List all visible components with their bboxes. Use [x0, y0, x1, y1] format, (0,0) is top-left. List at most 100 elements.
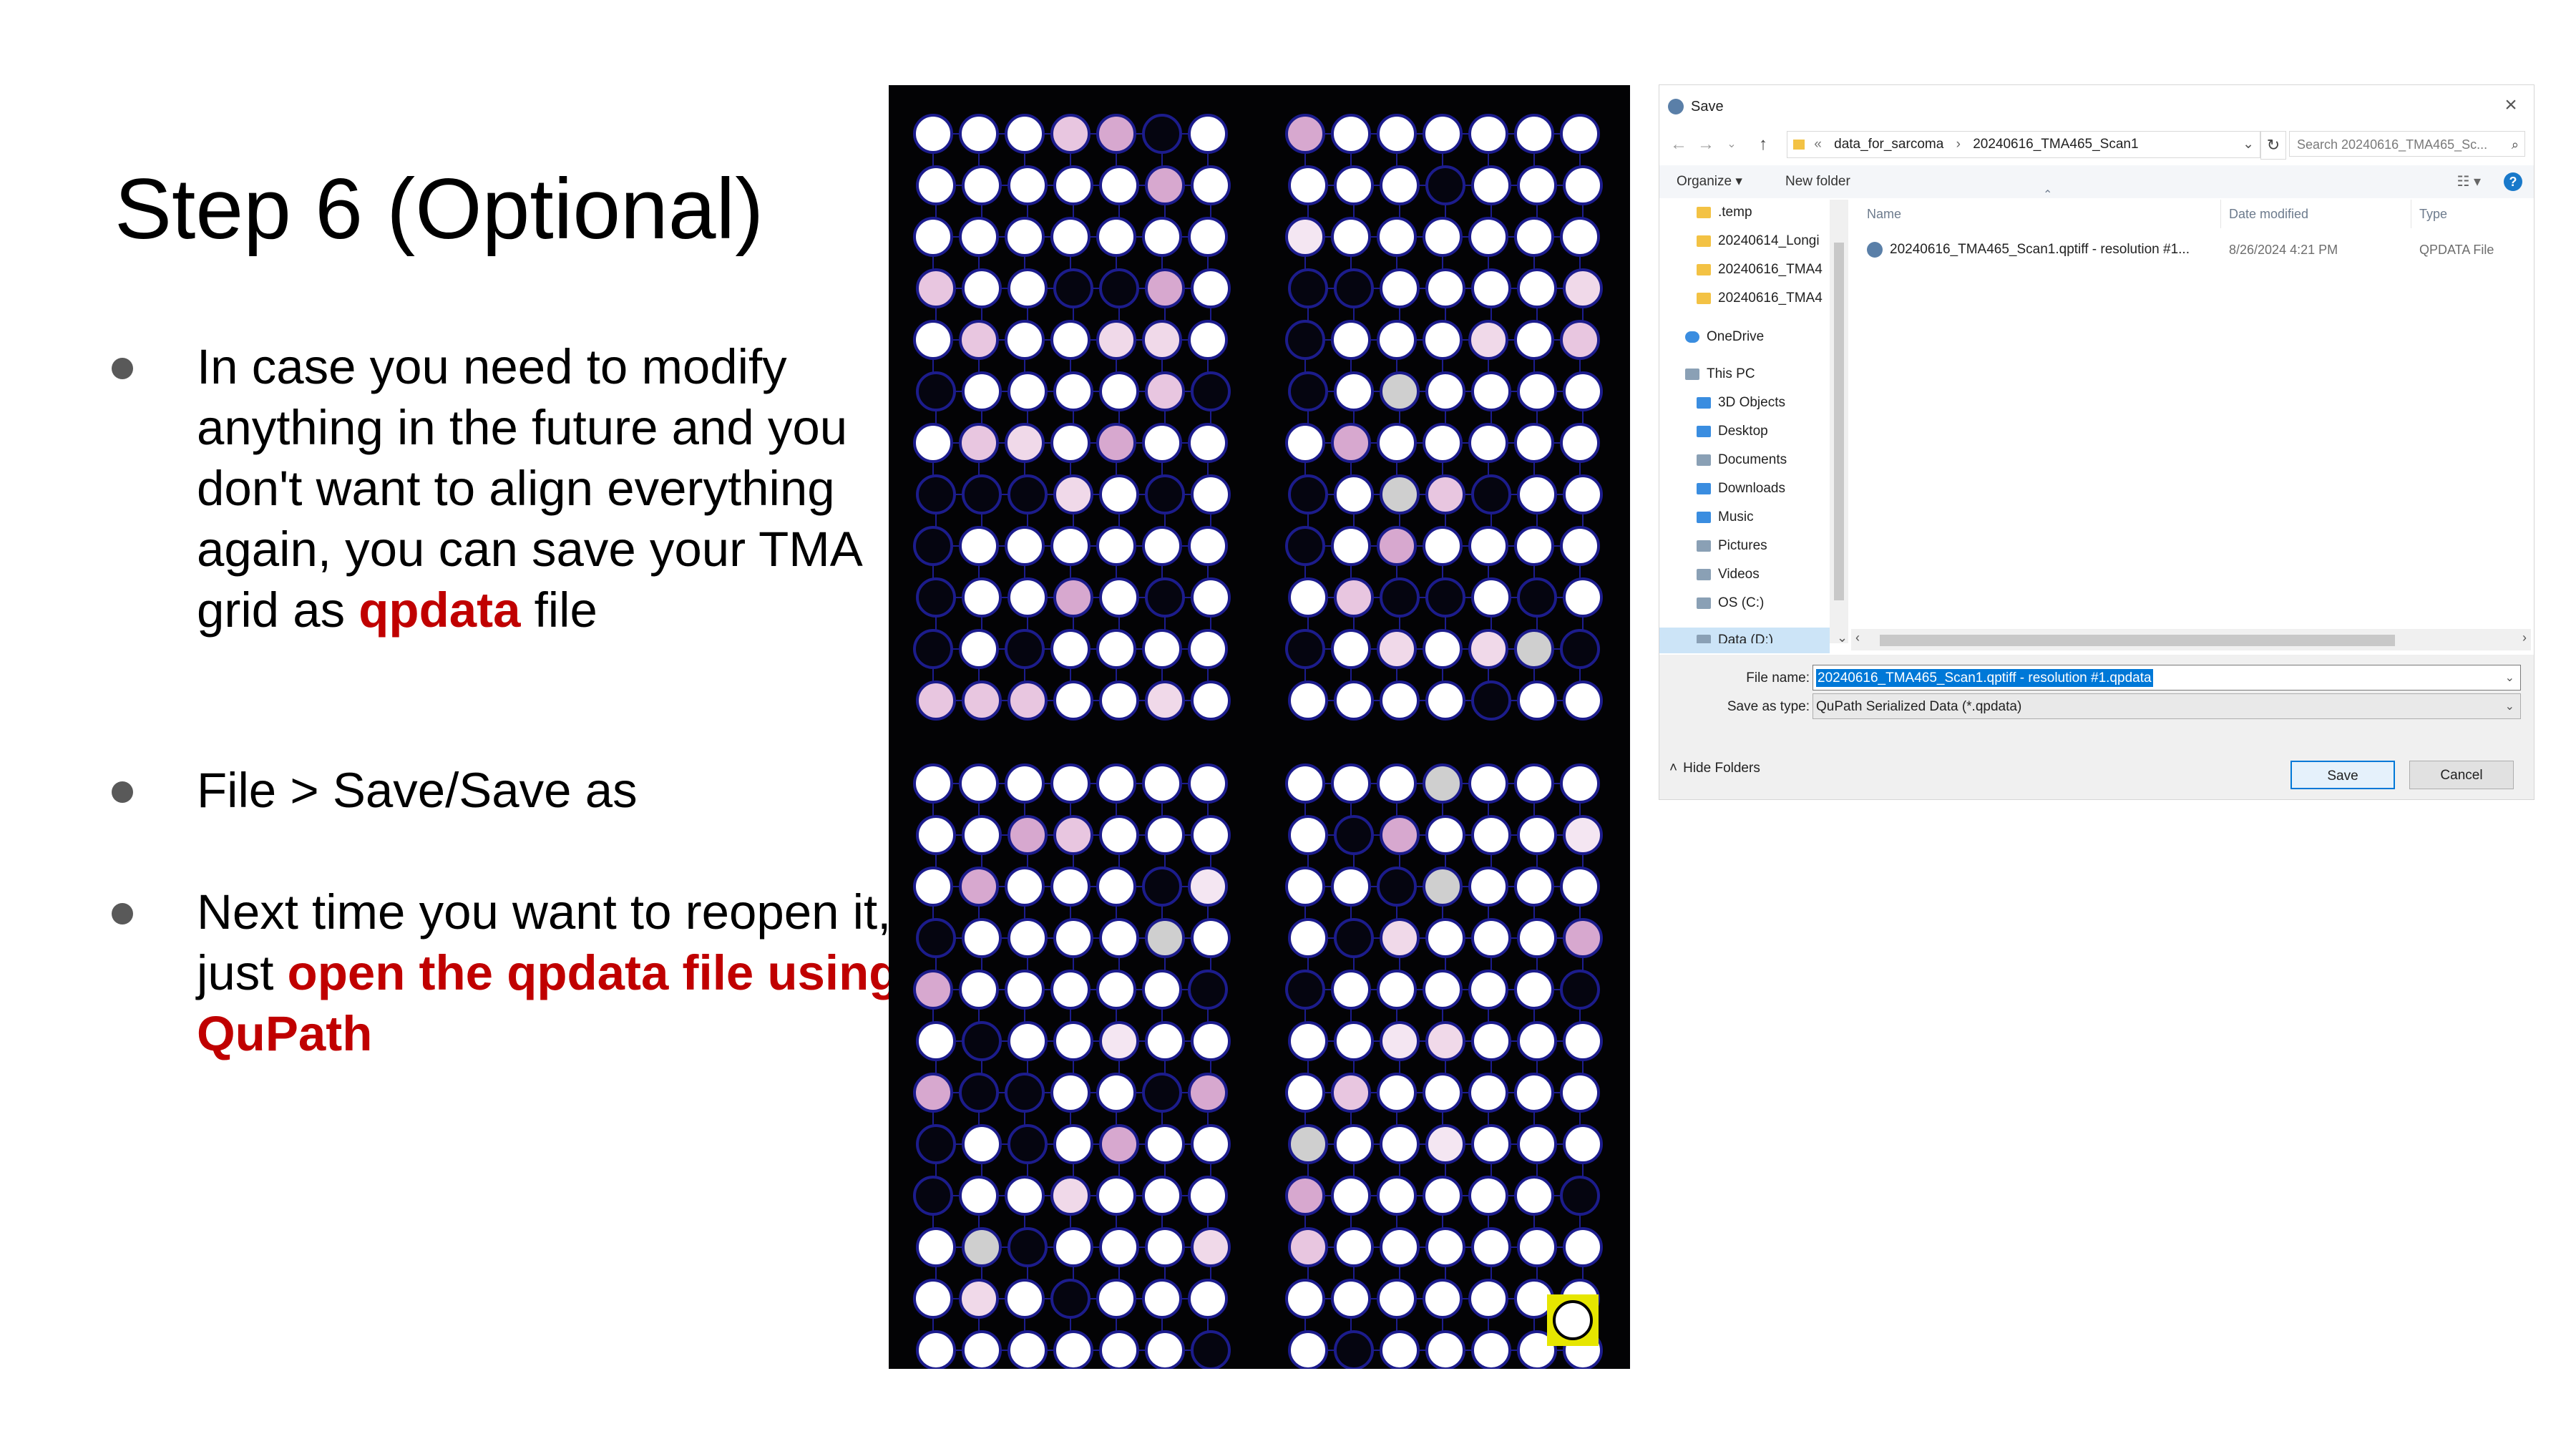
save-type-select[interactable]: QuPath Serialized Data (*.qpdata) ⌄: [1813, 693, 2521, 719]
tma-core: [1517, 918, 1557, 958]
tma-core: [959, 217, 999, 257]
tma-core: [1191, 474, 1231, 514]
tree-scrollbar[interactable]: [1830, 200, 1848, 643]
file-list-hscrollbar[interactable]: ‹ ›: [1851, 629, 2531, 650]
tma-core: [1188, 629, 1228, 669]
tma-core: [1050, 1073, 1091, 1113]
tma-core: [1423, 217, 1463, 257]
tma-core: [1468, 1073, 1508, 1113]
tma-core: [1288, 474, 1328, 514]
tma-core: [1285, 217, 1325, 257]
address-overflow[interactable]: «: [1814, 137, 1822, 152]
tma-core: [1517, 1124, 1557, 1164]
tree-item-music[interactable]: Music: [1697, 504, 1754, 530]
new-folder-button[interactable]: New folder: [1785, 165, 1850, 198]
tma-core: [1008, 815, 1048, 855]
tma-core: [1008, 918, 1048, 958]
scroll-left-arrow-icon[interactable]: ‹: [1855, 630, 1860, 645]
breadcrumb-scan-folder[interactable]: 20240616_TMA465_Scan1: [1973, 137, 2138, 152]
file-name-value[interactable]: 20240616_TMA465_Scan1.qptiff - resolutio…: [1816, 669, 2153, 687]
chevron-down-icon[interactable]: ⌄: [2243, 132, 2254, 157]
tma-core: [1008, 1227, 1048, 1267]
tma-core: [1005, 867, 1045, 907]
tma-core: [1188, 867, 1228, 907]
column-header-name[interactable]: Name: [1867, 200, 1901, 228]
tree-item-label: 20240614_Longi: [1718, 233, 1820, 248]
tree-item-label: Downloads: [1718, 481, 1785, 496]
back-arrow-icon[interactable]: ←: [1668, 132, 1689, 157]
tma-core: [1188, 1073, 1228, 1113]
file-row[interactable]: 20240616_TMA465_Scan1.qptiff - resolutio…: [1867, 235, 2190, 264]
hscroll-thumb[interactable]: [1880, 635, 2395, 646]
tma-core: [1517, 268, 1557, 308]
tma-core: [1050, 763, 1091, 804]
up-arrow-icon[interactable]: ↑: [1752, 132, 1774, 157]
cancel-button[interactable]: Cancel: [2409, 761, 2514, 789]
tree-scroll-thumb[interactable]: [1834, 243, 1844, 600]
tma-core: [1517, 680, 1557, 721]
tree-item-videos[interactable]: Videos: [1697, 562, 1760, 587]
tma-core: [1517, 474, 1557, 514]
tree-item-3d-objects[interactable]: 3D Objects: [1697, 390, 1785, 416]
tma-core: [1285, 1176, 1325, 1216]
tma-core: [1377, 217, 1417, 257]
tma-core: [1517, 371, 1557, 411]
file-name-input[interactable]: 20240616_TMA465_Scan1.qptiff - resolutio…: [1813, 665, 2521, 691]
view-options-icon[interactable]: ☷ ▾: [2457, 172, 2481, 190]
tma-core: [1288, 165, 1328, 205]
tma-core: [1188, 114, 1228, 154]
recent-chevron-icon[interactable]: ⌄: [1721, 132, 1742, 157]
desktop-icon: [1697, 426, 1711, 437]
search-input[interactable]: Search 20240616_TMA465_Sc... ⌕: [2289, 131, 2525, 157]
close-icon[interactable]: ×: [2497, 91, 2525, 119]
tma-core: [1425, 1227, 1465, 1267]
tma-core: [1096, 1176, 1136, 1216]
tma-core: [1425, 1330, 1465, 1369]
column-header-date[interactable]: Date modified: [2229, 200, 2308, 228]
hide-folders-toggle[interactable]: ˄ Hide Folders: [1669, 761, 1760, 776]
tma-core: [1288, 1124, 1328, 1164]
save-button[interactable]: Save: [2290, 761, 2395, 789]
tree-item-documents[interactable]: Documents: [1697, 447, 1787, 473]
tma-core: [1377, 867, 1417, 907]
tma-core: [1517, 1021, 1557, 1061]
address-bar[interactable]: « data_for_sarcoma › 20240616_TMA465_Sca…: [1787, 131, 2260, 158]
tma-core: [1423, 763, 1463, 804]
tree-item-onedrive[interactable]: OneDrive: [1685, 324, 1764, 350]
tma-core: [1142, 423, 1182, 463]
tree-item-temp[interactable]: .temp: [1697, 200, 1752, 225]
breadcrumb-data-for-sarcoma[interactable]: data_for_sarcoma: [1834, 137, 1943, 152]
tree-item-desktop[interactable]: Desktop: [1697, 419, 1768, 444]
tma-core: [1142, 1176, 1182, 1216]
tma-core: [1191, 815, 1231, 855]
tree-item-20240614[interactable]: 20240614_Longi: [1697, 228, 1820, 254]
tree-item-label: Pictures: [1718, 538, 1767, 553]
refresh-icon[interactable]: ↻: [2260, 131, 2286, 160]
tma-core: [1145, 577, 1185, 618]
tma-core: [1005, 217, 1045, 257]
forward-arrow-icon[interactable]: →: [1695, 132, 1717, 157]
chevron-down-icon[interactable]: ⌄: [2505, 665, 2514, 690]
tree-item-downloads[interactable]: Downloads: [1697, 476, 1785, 502]
column-header-type[interactable]: Type: [2419, 200, 2447, 228]
tree-item-os-c[interactable]: OS (C:): [1697, 590, 1764, 616]
save-type-label: Save as type:: [1727, 699, 1810, 714]
help-icon[interactable]: ?: [2504, 172, 2522, 191]
tree-item-pictures[interactable]: Pictures: [1697, 533, 1767, 559]
organize-button[interactable]: Organize ▾: [1677, 165, 1742, 198]
scroll-down-arrow-icon[interactable]: ⌄: [1837, 630, 1848, 645]
tree-item-this-pc[interactable]: This PC: [1685, 361, 1755, 387]
tma-core: [1468, 526, 1508, 566]
tma-core: [1288, 268, 1328, 308]
tma-core: [1560, 1073, 1600, 1113]
tma-core: [1288, 815, 1328, 855]
tma-core: [1517, 1227, 1557, 1267]
tree-item-20240616-b[interactable]: 20240616_TMA4: [1697, 286, 1823, 311]
folder-icon: [1793, 139, 1805, 150]
tree-item-20240616-a[interactable]: 20240616_TMA4: [1697, 257, 1823, 283]
tree-item-data-d[interactable]: Data (D:): [1697, 628, 1773, 643]
tma-core: [916, 918, 956, 958]
scroll-right-arrow-icon[interactable]: ›: [2522, 630, 2527, 645]
chevron-down-icon[interactable]: ⌄: [2505, 694, 2514, 718]
qpdata-file-icon: [1867, 242, 1883, 258]
